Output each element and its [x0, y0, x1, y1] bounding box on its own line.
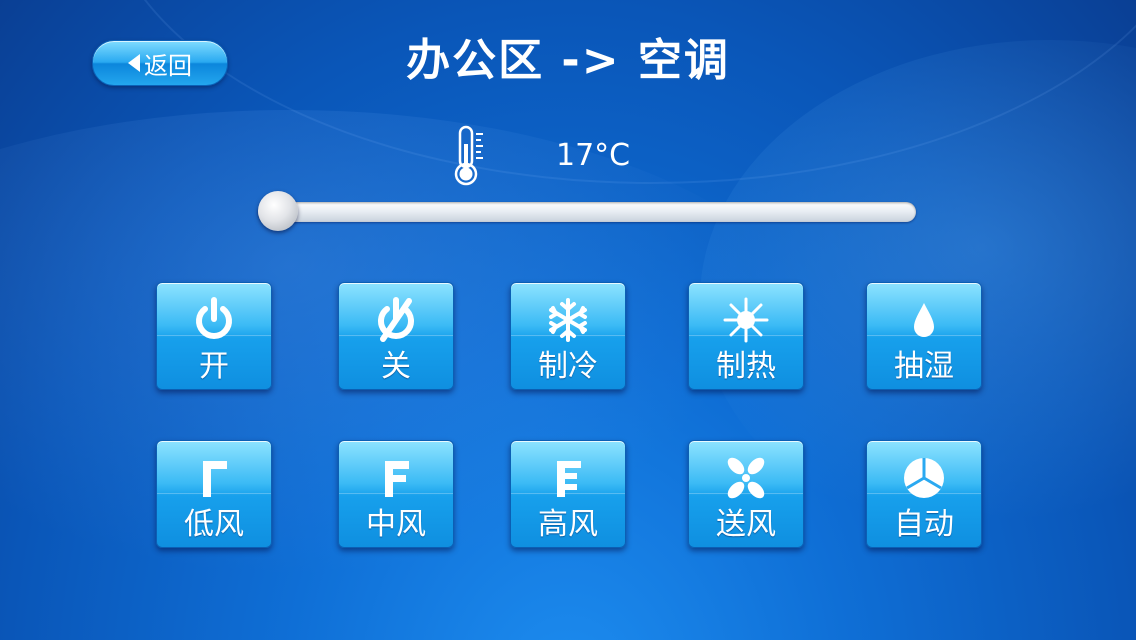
temperature-slider-thumb[interactable]	[258, 191, 298, 231]
fan-low-button[interactable]: 低风	[156, 440, 272, 548]
fan-low-icon	[189, 455, 239, 501]
fan-icon	[721, 455, 771, 501]
temperature-readout: 17°C	[556, 138, 631, 173]
tile-label: 抽湿	[894, 349, 954, 384]
sun-icon	[721, 297, 771, 343]
tile-label: 送风	[716, 507, 776, 542]
tile-label: 高风	[538, 507, 598, 542]
power-off-icon	[371, 297, 421, 343]
tile-label: 中风	[366, 507, 426, 542]
tile-label: 自动	[894, 507, 954, 542]
fan-auto-button[interactable]: 自动	[866, 440, 982, 548]
temperature-slider[interactable]	[258, 191, 916, 231]
power-icon	[189, 297, 239, 343]
tile-label: 关	[381, 349, 411, 384]
tile-label: 制冷	[538, 349, 598, 384]
water-drop-icon	[899, 297, 949, 343]
snowflake-icon	[543, 297, 593, 343]
fan-supply-button[interactable]: 送风	[688, 440, 804, 548]
page-title: 办公区 -> 空调	[406, 35, 730, 86]
fan-high-icon	[543, 455, 593, 501]
ac-control-screen: 返回 办公区 -> 空调 17°C 开 关 制冷 制热 抽湿 低风 中风 高风 …	[0, 0, 1136, 640]
tile-label: 开	[199, 349, 229, 384]
fan-medium-icon	[371, 455, 421, 501]
fan-high-button[interactable]: 高风	[510, 440, 626, 548]
mode-off-button[interactable]: 关	[338, 282, 454, 390]
mode-cool-button[interactable]: 制冷	[510, 282, 626, 390]
mode-dehumidify-button[interactable]: 抽湿	[866, 282, 982, 390]
tile-label: 制热	[716, 349, 776, 384]
tile-label: 低风	[184, 507, 244, 542]
auto-icon	[899, 455, 949, 501]
mode-on-button[interactable]: 开	[156, 282, 272, 390]
mode-heat-button[interactable]: 制热	[688, 282, 804, 390]
thermometer-icon	[454, 125, 483, 186]
fan-medium-button[interactable]: 中风	[338, 440, 454, 548]
